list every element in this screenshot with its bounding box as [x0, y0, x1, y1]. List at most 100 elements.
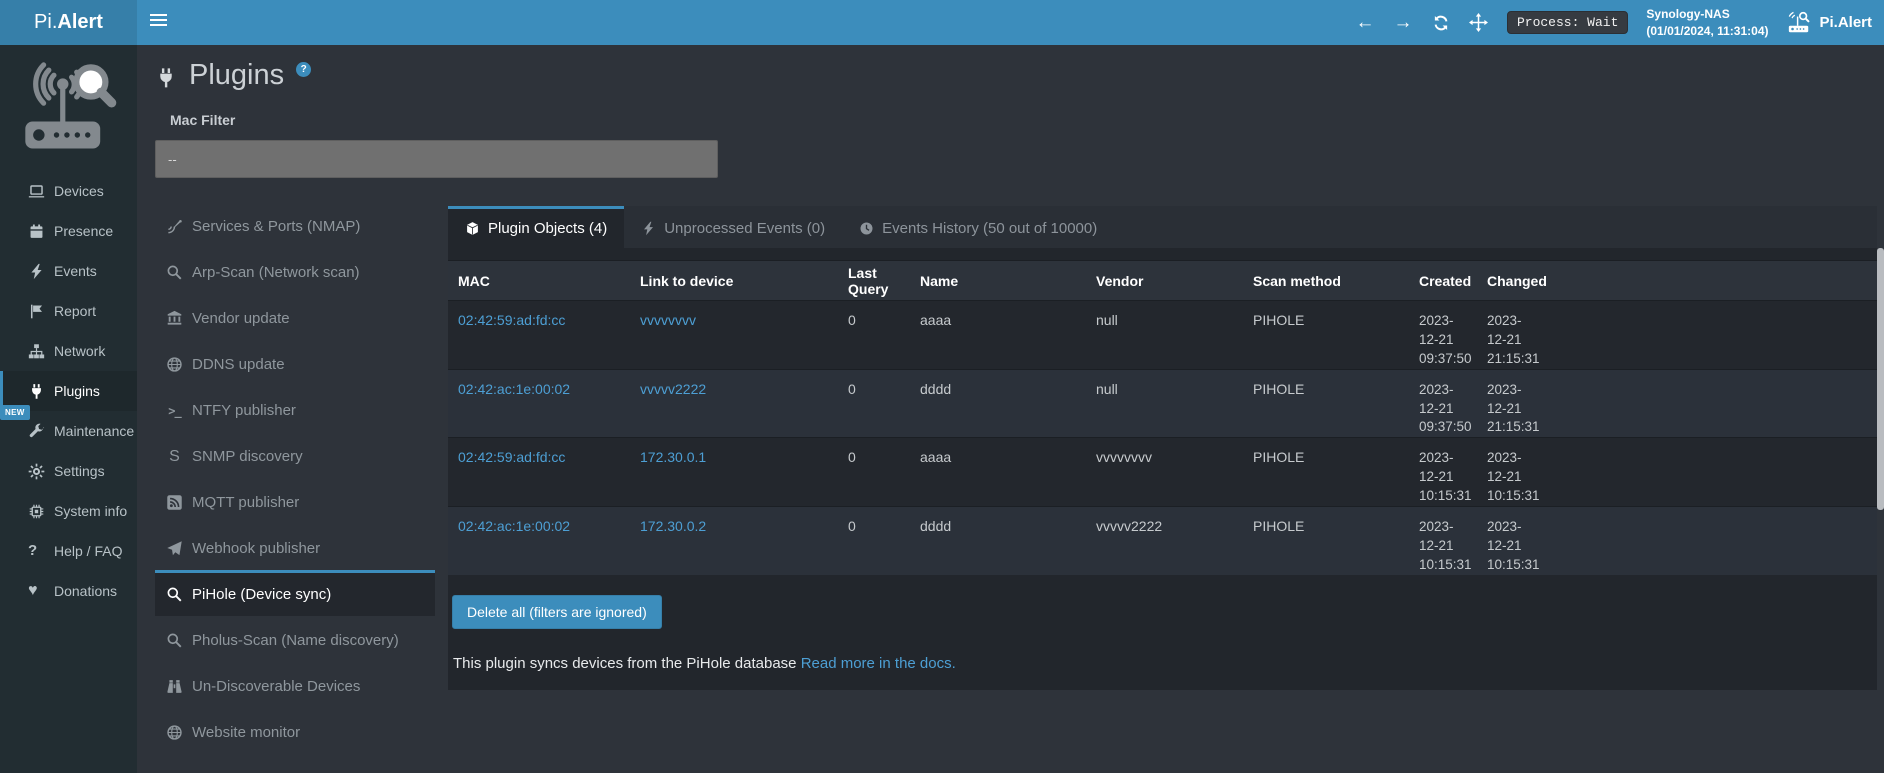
magnifier-icon — [166, 586, 183, 603]
tab-unprocessed-events[interactable]: Unprocessed Events (0) — [624, 206, 842, 248]
paper-plane-icon — [166, 540, 183, 557]
scan-method-cell: PIHOLE — [1243, 507, 1409, 575]
sidebar: Devices Presence Events Report Network P… — [0, 45, 137, 773]
router-scan-icon — [1786, 11, 1812, 35]
mac-link[interactable]: 02:42:59:ad:fd:cc — [458, 312, 565, 328]
forward-arrow-icon[interactable]: → — [1393, 13, 1413, 33]
plugin-item-snmp[interactable]: S SNMP discovery — [155, 432, 435, 478]
plugin-item-pholus[interactable]: Pholus-Scan (Name discovery) — [155, 616, 435, 662]
table-row: 02:42:ac:1e:00:02 vvvvv2222 0 dddd null … — [448, 369, 1877, 438]
plug-icon — [155, 67, 177, 89]
sidebar-item-events[interactable]: Events — [0, 251, 137, 291]
bolt-icon — [28, 263, 45, 280]
brand-logo[interactable]: Pi.Alert — [0, 0, 137, 45]
vendor-cell: null — [1086, 301, 1243, 370]
plugin-item-webhook[interactable]: Webhook publisher — [155, 524, 435, 570]
mac-link[interactable]: 02:42:59:ad:fd:cc — [458, 449, 565, 465]
tab-plugin-objects[interactable]: Plugin Objects (4) — [448, 206, 624, 248]
mac-filter-label: Mac Filter — [170, 112, 235, 128]
sidebar-item-label: Presence — [54, 223, 113, 239]
device-link[interactable]: vvvvvvvv — [640, 312, 696, 328]
calendar-icon — [28, 223, 45, 240]
table-scrollbar[interactable] — [1877, 248, 1884, 510]
plugin-item-label: DDNS update — [192, 356, 285, 373]
plugin-item-label: Webhook publisher — [192, 540, 320, 557]
plugin-objects-table: MAC Link to device Last Query Name Vendo… — [448, 260, 1877, 575]
plugin-description-text: This plugin syncs devices from the PiHol… — [453, 655, 797, 672]
plugin-item-nmap[interactable]: Services & Ports (NMAP) — [155, 202, 435, 248]
scan-method-cell: PIHOLE — [1243, 369, 1409, 438]
sidebar-item-presence[interactable]: Presence — [0, 211, 137, 251]
magnifier-icon — [166, 632, 183, 649]
brand-prefix: Pi. — [34, 11, 57, 34]
delete-all-button[interactable]: Delete all (filters are ignored) — [452, 595, 662, 629]
sidebar-item-maintenance[interactable]: NEW Maintenance — [0, 411, 137, 451]
gear-icon — [28, 463, 45, 480]
plugin-item-undiscoverable[interactable]: Un-Discoverable Devices — [155, 662, 435, 708]
plugin-item-mqtt[interactable]: MQTT publisher — [155, 478, 435, 524]
device-link[interactable]: 172.30.0.2 — [640, 518, 706, 534]
sidebar-toggle-icon[interactable] — [150, 14, 167, 45]
sidebar-item-label: Plugins — [54, 383, 100, 399]
read-more-link[interactable]: Read more in the docs. — [801, 655, 956, 672]
sidebar-item-devices[interactable]: Devices — [0, 171, 137, 211]
tab-label: Unprocessed Events (0) — [664, 220, 825, 237]
scan-method-cell: PIHOLE — [1243, 438, 1409, 507]
plugin-item-pihole[interactable]: PiHole (Device sync) — [155, 570, 435, 616]
chip-icon — [28, 503, 45, 520]
device-link[interactable]: 172.30.0.1 — [640, 449, 706, 465]
laptop-icon — [28, 183, 45, 200]
sidebar-item-system-info[interactable]: System info — [0, 491, 137, 531]
changed-cell: 2023-12-2121:15:31 — [1477, 369, 1549, 438]
mac-link[interactable]: 02:42:ac:1e:00:02 — [458, 381, 570, 397]
plugin-item-label: Un-Discoverable Devices — [192, 678, 360, 695]
globe-icon — [166, 724, 183, 741]
wrench-icon — [28, 423, 45, 440]
sidebar-item-settings[interactable]: Settings — [0, 451, 137, 491]
satellite-dish-icon — [166, 218, 183, 235]
sidebar-item-label: Settings — [54, 463, 105, 479]
tab-events-history[interactable]: Events History (50 out of 10000) — [842, 206, 1114, 248]
globe-icon — [166, 356, 183, 373]
col-header-created: Created — [1409, 261, 1477, 301]
sidebar-item-report[interactable]: Report — [0, 291, 137, 331]
created-cell: 2023-12-2110:15:31 — [1409, 507, 1477, 575]
name-cell: aaaa — [910, 301, 1086, 370]
process-status-badge: Process: Wait — [1507, 11, 1628, 34]
bolt-icon — [641, 221, 656, 236]
plugin-item-ddns[interactable]: DDNS update — [155, 340, 435, 386]
plugin-item-label: Pholus-Scan (Name discovery) — [192, 632, 399, 649]
plugin-item-arpscan[interactable]: Arp-Scan (Network scan) — [155, 248, 435, 294]
vendor-cell: vvvvvvvv — [1086, 438, 1243, 507]
sidebar-item-network[interactable]: Network — [0, 331, 137, 371]
plugin-item-label: Vendor update — [192, 310, 290, 327]
back-arrow-icon[interactable]: ← — [1355, 13, 1375, 33]
tab-label: Plugin Objects (4) — [488, 220, 607, 237]
vendor-cell: null — [1086, 369, 1243, 438]
scan-method-cell: PIHOLE — [1243, 301, 1409, 370]
help-badge[interactable]: ? — [296, 62, 311, 77]
plugin-item-label: NTFY publisher — [192, 402, 296, 419]
plugin-item-label: Arp-Scan (Network scan) — [192, 264, 360, 281]
plugin-item-label: MQTT publisher — [192, 494, 299, 511]
plugin-item-website-monitor[interactable]: Website monitor — [155, 708, 435, 754]
plugin-item-vendor-update[interactable]: Vendor update — [155, 294, 435, 340]
plugins-nav: Services & Ports (NMAP) Arp-Scan (Networ… — [155, 202, 435, 754]
device-link[interactable]: vvvvv2222 — [640, 381, 706, 397]
mac-link[interactable]: 02:42:ac:1e:00:02 — [458, 518, 570, 534]
sidebar-menu: Devices Presence Events Report Network P… — [0, 171, 137, 611]
sidebar-item-label: Maintenance — [54, 423, 134, 439]
top-navbar: Pi.Alert ← → Process: Wait Synology-NAS … — [0, 0, 1884, 45]
sidebar-item-help-faq[interactable]: ? Help / FAQ — [0, 531, 137, 571]
last-query-cell: 0 — [838, 438, 910, 507]
sidebar-item-donations[interactable]: ♥ Donations — [0, 571, 137, 611]
move-fullscreen-icon[interactable] — [1469, 13, 1489, 33]
mac-filter-input[interactable]: -- — [155, 140, 718, 178]
col-header-vendor: Vendor — [1086, 261, 1243, 301]
new-badge: NEW — [0, 405, 30, 420]
plugin-item-ntfy[interactable]: >_ NTFY publisher — [155, 386, 435, 432]
sidebar-item-label: Network — [54, 343, 105, 359]
name-cell: aaaa — [910, 438, 1086, 507]
app-name: Pi.Alert — [1819, 14, 1872, 31]
refresh-icon[interactable] — [1431, 13, 1451, 33]
